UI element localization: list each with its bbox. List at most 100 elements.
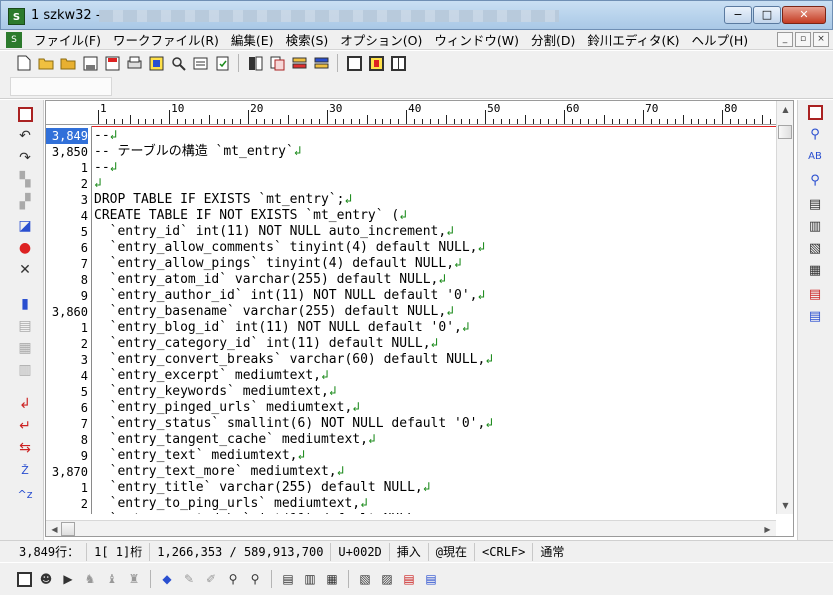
- editor-line[interactable]: 8 `entry_tangent_cache` mediumtext,↲: [46, 432, 776, 448]
- editor-line[interactable]: 2 `entry_category_id` int(11) default NU…: [46, 336, 776, 352]
- return-left-icon[interactable]: ⇆: [14, 438, 36, 458]
- highlight-icon[interactable]: ◆: [157, 569, 177, 589]
- maximize-button[interactable]: □: [753, 6, 781, 24]
- grep-icon[interactable]: ▤: [804, 194, 826, 214]
- frame-icon[interactable]: [14, 104, 36, 124]
- mdi-close-button[interactable]: ×: [813, 32, 829, 47]
- doc-3-icon[interactable]: ▦: [322, 569, 342, 589]
- search-icon[interactable]: ⚲: [804, 124, 826, 144]
- editor-line[interactable]: 7 `entry_allow_pings` tinyint(4) default…: [46, 256, 776, 272]
- print-icon[interactable]: [124, 53, 144, 73]
- open-folder-2-icon[interactable]: [58, 53, 78, 73]
- list-icon[interactable]: ▤: [804, 284, 826, 304]
- macro-2-icon[interactable]: ♝: [102, 569, 122, 589]
- minimize-button[interactable]: −: [724, 6, 752, 24]
- close-button[interactable]: ✕: [782, 6, 826, 24]
- list-blue-icon[interactable]: ▤: [421, 569, 441, 589]
- merge-icon[interactable]: ▦: [14, 338, 36, 358]
- arrange-icon[interactable]: ▥: [14, 360, 36, 380]
- editor-line[interactable]: 5 `entry_id` int(11) NOT NULL auto_incre…: [46, 224, 776, 240]
- mdi-minimize-button[interactable]: _: [777, 32, 793, 47]
- editor-line[interactable]: 6 `entry_pinged_urls` mediumtext,↲: [46, 400, 776, 416]
- replace-icon[interactable]: [190, 53, 210, 73]
- menu-split[interactable]: 分割(D): [525, 30, 581, 49]
- user-icon[interactable]: ☻: [36, 569, 56, 589]
- copy-icon[interactable]: [267, 53, 287, 73]
- zenkaku-icon[interactable]: Ž: [14, 460, 36, 480]
- status-mode[interactable]: 挿入: [390, 542, 429, 561]
- cut-icon[interactable]: ▚: [14, 170, 36, 190]
- list-red-icon[interactable]: ▤: [399, 569, 419, 589]
- menu-help[interactable]: ヘルプ(H): [685, 30, 754, 49]
- text-editor[interactable]: 1 10 20 30 40 50 60 70 80 3,849 --↲ 3,850 -- テーブルの構…: [45, 100, 794, 537]
- settings-2-icon[interactable]: ▨: [377, 569, 397, 589]
- save-icon[interactable]: [80, 53, 100, 73]
- tag-jump-icon[interactable]: ▥: [804, 216, 826, 236]
- page-icon[interactable]: ▤: [14, 316, 36, 336]
- editor-line[interactable]: 3 `entry_convert_breaks` varchar(60) def…: [46, 352, 776, 368]
- editor-line[interactable]: 2 `entry_to_ping_urls` mediumtext,↲: [46, 496, 776, 512]
- print-preview-icon[interactable]: [146, 53, 166, 73]
- properties-icon[interactable]: [212, 53, 232, 73]
- tool-icon[interactable]: ✎: [179, 569, 199, 589]
- compare-icon[interactable]: ▦: [804, 260, 826, 280]
- editor-line[interactable]: 1 --↲: [46, 160, 776, 176]
- editor-lines[interactable]: 3,849 --↲ 3,850 -- テーブルの構造 `mt_entry`↲ 1 --↲ 2…: [46, 128, 776, 514]
- macro-icon[interactable]: ♞: [80, 569, 100, 589]
- doc-icon[interactable]: ▤: [278, 569, 298, 589]
- insert-icon[interactable]: ◪: [14, 216, 36, 236]
- editor-line[interactable]: 3,860 `entry_basename` varchar(255) defa…: [46, 304, 776, 320]
- redo-icon[interactable]: ↷: [14, 148, 36, 168]
- outline-icon[interactable]: ▧: [804, 238, 826, 258]
- horizontal-scrollbar[interactable]: ◀ ▶: [46, 520, 776, 536]
- delete-icon[interactable]: ✕: [14, 260, 36, 280]
- view-icon[interactable]: [366, 53, 386, 73]
- menu-search[interactable]: 検索(S): [280, 30, 335, 49]
- menu-file[interactable]: ファイル(F): [28, 30, 107, 49]
- status-eol[interactable]: <CRLF>: [475, 542, 534, 561]
- editor-line[interactable]: 3,849 --↲: [46, 128, 776, 144]
- menu-edit[interactable]: 編集(E): [225, 30, 280, 49]
- scroll-up-arrow-icon[interactable]: ▲: [777, 101, 793, 118]
- save-as-icon[interactable]: [102, 53, 122, 73]
- editor-line[interactable]: 6 `entry_allow_comments` tinyint(4) defa…: [46, 240, 776, 256]
- editor-line[interactable]: 4 CREATE TABLE IF NOT EXISTS `mt_entry` (…: [46, 208, 776, 224]
- bookmark-icon[interactable]: [245, 53, 265, 73]
- return-icon[interactable]: ↵: [14, 416, 36, 436]
- settings-icon[interactable]: ▧: [355, 569, 375, 589]
- document-icon[interactable]: S: [6, 31, 22, 48]
- editor-line[interactable]: 3,850 -- テーブルの構造 `mt_entry`↲: [46, 144, 776, 160]
- mark-icon[interactable]: ●: [14, 238, 36, 258]
- editor-line[interactable]: 3 `entry_created_by` int(11) default NUL…: [46, 512, 776, 514]
- frame-right-icon[interactable]: [804, 102, 826, 122]
- undo-icon[interactable]: ↶: [14, 126, 36, 146]
- macro-3-icon[interactable]: ♜: [124, 569, 144, 589]
- search-replace-icon[interactable]: AB: [804, 146, 826, 166]
- editor-line[interactable]: 5 `entry_keywords` mediumtext,↲: [46, 384, 776, 400]
- return-boxed-icon[interactable]: ↲: [14, 394, 36, 414]
- editor-line[interactable]: 4 `entry_excerpt` mediumtext,↲: [46, 368, 776, 384]
- tool-2-icon[interactable]: ✐: [201, 569, 221, 589]
- status-at[interactable]: @現在: [429, 542, 476, 561]
- editor-line[interactable]: 1 `entry_blog_id` int(11) NOT NULL defau…: [46, 320, 776, 336]
- list-swap-icon[interactable]: ▤: [804, 306, 826, 326]
- paste-icon[interactable]: [289, 53, 309, 73]
- file-tab[interactable]: [10, 77, 112, 96]
- horizontal-scroll-thumb[interactable]: [61, 522, 75, 536]
- menu-workfile[interactable]: ワークファイル(R): [107, 30, 225, 49]
- run-icon[interactable]: ▶: [58, 569, 78, 589]
- split-icon[interactable]: [388, 53, 408, 73]
- scroll-down-arrow-icon[interactable]: ▼: [777, 497, 793, 514]
- document-view-icon[interactable]: ▮: [14, 294, 36, 314]
- editor-line[interactable]: 7 `entry_status` smallint(6) NOT NULL de…: [46, 416, 776, 432]
- find-bottom-icon[interactable]: ⚲: [223, 569, 243, 589]
- doc-2-icon[interactable]: ▥: [300, 569, 320, 589]
- new-file-icon[interactable]: [14, 53, 34, 73]
- editor-line[interactable]: 9 `entry_text` mediumtext,↲: [46, 448, 776, 464]
- open-folder-icon[interactable]: [36, 53, 56, 73]
- copy-disabled-icon[interactable]: ▞: [14, 192, 36, 212]
- mdi-restore-button[interactable]: ▫: [795, 32, 811, 47]
- menu-editor[interactable]: 鈴川エディタ(K): [581, 30, 685, 49]
- find-next-bottom-icon[interactable]: ⚲: [245, 569, 265, 589]
- editor-line[interactable]: 1 `entry_title` varchar(255) default NUL…: [46, 480, 776, 496]
